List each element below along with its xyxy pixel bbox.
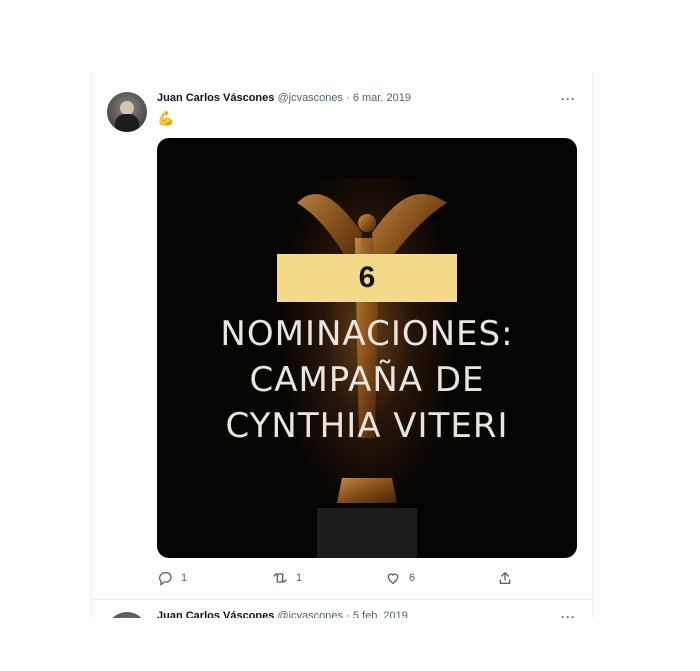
- display-name[interactable]: Juan Carlos Váscones: [157, 92, 274, 104]
- media-headline-line-1: NOMINACIONES:: [220, 314, 514, 354]
- retweet-button[interactable]: 1: [272, 570, 302, 586]
- retweet-count: 1: [296, 572, 303, 584]
- separator: ·: [346, 610, 350, 618]
- media-headline-line-2: CAMPAÑA DE: [249, 360, 485, 400]
- tweet-header: Juan Carlos Váscones @jcvascones · 6 mar…: [157, 92, 411, 104]
- tweet-actions: 1 1 6: [157, 570, 517, 590]
- tweet-date[interactable]: 5 feb. 2019: [353, 610, 408, 618]
- tweet-header: Juan Carlos Váscones @jcvascones · 5 feb…: [157, 610, 408, 618]
- media-headline-line-3: CYNTHIA VITERI: [225, 406, 509, 446]
- avatar-head: [120, 101, 134, 115]
- tweet-date[interactable]: 6 mar. 2019: [353, 92, 411, 104]
- avatar-body: [115, 114, 139, 132]
- avatar[interactable]: [107, 92, 147, 132]
- tweet[interactable]: Juan Carlos Váscones @jcvascones · 5 feb…: [92, 600, 592, 618]
- handle[interactable]: @jcvascones: [277, 92, 343, 104]
- nomination-count: 6: [277, 254, 457, 302]
- more-icon[interactable]: ···: [561, 610, 576, 618]
- share-button[interactable]: [497, 570, 513, 586]
- timeline-cutoff: [91, 618, 593, 671]
- like-button[interactable]: 6: [385, 570, 415, 586]
- heart-icon: [387, 573, 399, 585]
- handle[interactable]: @jcvascones: [277, 610, 343, 618]
- separator: ·: [346, 92, 350, 104]
- timeline: Juan Carlos Váscones @jcvascones · 6 mar…: [91, 72, 593, 618]
- reply-count: 1: [181, 572, 188, 584]
- retweet-icon: [273, 573, 287, 583]
- display-name[interactable]: Juan Carlos Váscones: [157, 610, 274, 618]
- reply-icon: [158, 571, 172, 586]
- tweet[interactable]: Juan Carlos Váscones @jcvascones · 6 mar…: [92, 72, 592, 600]
- more-icon[interactable]: ···: [561, 92, 576, 106]
- like-count: 6: [409, 572, 416, 584]
- reply-button[interactable]: 1: [157, 570, 187, 586]
- share-icon: [499, 571, 511, 584]
- flexed-biceps-emoji: 💪: [157, 110, 175, 126]
- tweet-media-image[interactable]: 6 NOMINACIONES: CAMPAÑA DE CYNTHIA VITER…: [157, 138, 577, 558]
